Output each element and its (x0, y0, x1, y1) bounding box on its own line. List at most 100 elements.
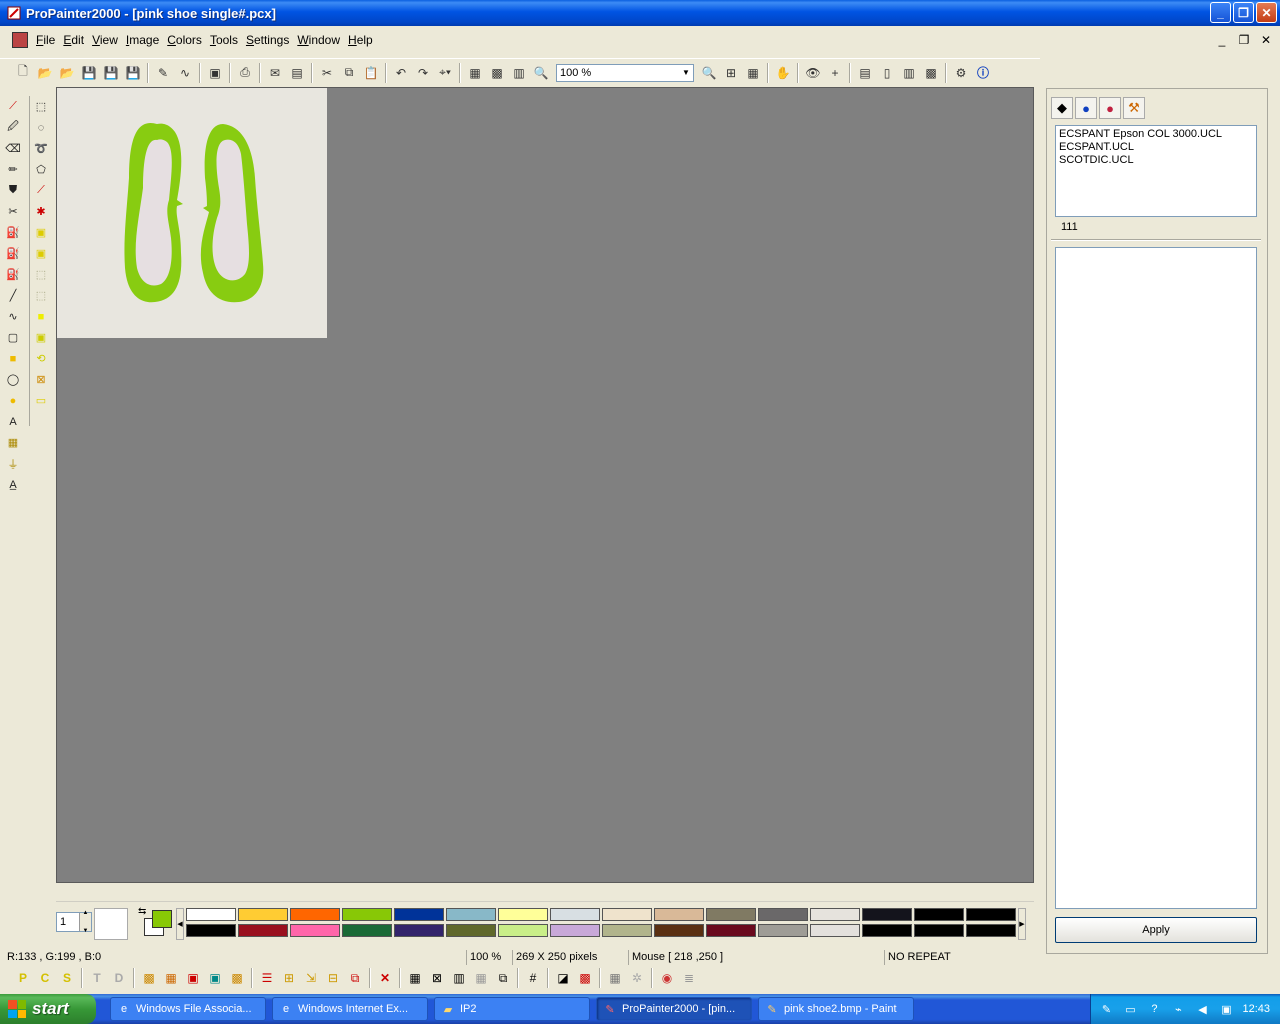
duplicate-layer-icon[interactable]: ⧉ (344, 968, 366, 988)
mdi-restore-button[interactable]: ❐ (1234, 31, 1254, 49)
palette-editor-icon[interactable]: ◉ (656, 968, 678, 988)
rectangle-icon[interactable]: ▢ (2, 327, 24, 348)
select-filled-icon[interactable]: ■ (30, 306, 52, 327)
select-yellow-2-icon[interactable]: ▣ (30, 243, 52, 264)
task-button-propainter[interactable]: ✎ ProPainter2000 - [pin... (596, 997, 752, 1021)
redo-icon[interactable]: ↷ (412, 62, 434, 84)
eraser-icon[interactable]: ⌫ (2, 138, 24, 159)
magic-select-icon[interactable]: ✱ (30, 201, 52, 222)
select-yellow-1-icon[interactable]: ▣ (30, 222, 52, 243)
chevron-down-icon[interactable]: ▼ (679, 65, 693, 81)
workspace[interactable] (56, 87, 1034, 883)
merge-layer-icon[interactable]: ⊟ (322, 968, 344, 988)
image-canvas[interactable] (57, 88, 327, 338)
library-file-list[interactable]: ECSPANT Epson COL 3000.UCL ECSPANT.UCL S… (1055, 125, 1257, 217)
tab-colors-1[interactable]: ● (1075, 97, 1097, 119)
horizontal-scrollbar[interactable] (56, 884, 1034, 902)
grid-icon[interactable]: ▦ (742, 62, 764, 84)
zoom-out-icon[interactable]: 🔍 (698, 62, 720, 84)
copy-icon[interactable]: ⧉ (338, 62, 360, 84)
color-swatch[interactable] (862, 924, 912, 937)
color-swatch[interactable] (914, 908, 964, 921)
eye-preview-icon[interactable]: 👁 (802, 62, 824, 84)
curve-icon[interactable]: ∿ (174, 62, 196, 84)
open-file-icon[interactable]: 📂 (34, 62, 56, 84)
color-swatch[interactable] (602, 924, 652, 937)
menu-tools[interactable]: Tools (206, 33, 242, 47)
color-swatch[interactable] (810, 924, 860, 937)
ellipse-icon[interactable]: ◯ (2, 369, 24, 390)
select-outline-icon[interactable]: ⬚ (30, 285, 52, 306)
color-swatch[interactable] (550, 908, 600, 921)
tile-grey-icon[interactable]: ▦ (470, 968, 492, 988)
move-layer-icon[interactable]: ⇲ (300, 968, 322, 988)
tile-cross-icon[interactable]: ⊠ (426, 968, 448, 988)
menu-colors[interactable]: Colors (163, 33, 206, 47)
color-select-icon[interactable]: ⟋ (30, 180, 52, 201)
text-tool-icon[interactable]: A (2, 411, 24, 432)
hash-icon[interactable]: # (522, 968, 544, 988)
palette-scroll-left-icon[interactable]: ◀ (176, 908, 184, 940)
select-cross-icon[interactable]: ⊠ (30, 369, 52, 390)
color-swatch[interactable] (602, 908, 652, 921)
phone-icon[interactable]: ▯ (876, 62, 898, 84)
palette-scroll-right-icon[interactable]: ▶ (1018, 908, 1026, 940)
color-reduce-icon[interactable]: ▩ (920, 62, 942, 84)
dither-icon[interactable]: ▦ (604, 968, 626, 988)
close-button[interactable]: ✕ (1256, 2, 1277, 23)
actual-size-icon[interactable]: ▩ (486, 62, 508, 84)
tray-pen-icon[interactable]: ✎ (1098, 1001, 1114, 1017)
mosaic-icon[interactable]: ▦ (160, 968, 182, 988)
color-swatch[interactable] (186, 924, 236, 937)
link-icon[interactable]: ⧉ (492, 968, 514, 988)
delete-icon[interactable]: ✕ (374, 968, 396, 988)
color-swatch[interactable] (706, 924, 756, 937)
fill-bucket-icon[interactable]: ⛽ (2, 222, 24, 243)
mdi-close-button[interactable]: ✕ (1256, 31, 1276, 49)
frame-teal-icon[interactable]: ▣ (204, 968, 226, 988)
filled-ellipse-icon[interactable]: ● (2, 390, 24, 411)
menu-edit[interactable]: Edit (59, 33, 88, 47)
color-swatch[interactable] (290, 924, 340, 937)
ellipse-select-icon[interactable]: ◌ (30, 117, 52, 138)
save-icon[interactable]: 💾 (100, 62, 122, 84)
tray-expand-icon[interactable]: ◀ (1194, 1001, 1210, 1017)
panel-toggle-icon[interactable]: ▥ (898, 62, 920, 84)
info-icon[interactable]: ⓘ (972, 62, 994, 84)
color-swatch[interactable] (654, 908, 704, 921)
color-swatch[interactable] (290, 908, 340, 921)
menu-view[interactable]: View (88, 33, 122, 47)
web-image-icon[interactable]: ▤ (286, 62, 308, 84)
task-button-file-associations[interactable]: e Windows File Associa... (110, 997, 266, 1021)
paste-icon[interactable]: 📋 (360, 62, 382, 84)
layer-stack-icon[interactable]: ≣ (678, 968, 700, 988)
menu-settings[interactable]: Settings (242, 33, 293, 47)
zoom-tool-icon[interactable]: 🔍 (530, 62, 552, 84)
color-swatch[interactable] (706, 908, 756, 921)
c-mode-icon[interactable]: C (34, 968, 56, 988)
propainter-app-icon[interactable] (6, 5, 22, 21)
eyedropper-icon[interactable]: 🖉 (2, 117, 24, 138)
t-mode-icon[interactable]: T (86, 968, 108, 988)
d-mode-icon[interactable]: D (108, 968, 130, 988)
p-mode-icon[interactable]: P (12, 968, 34, 988)
color-swatch[interactable] (186, 908, 236, 921)
color-swatch[interactable] (810, 908, 860, 921)
color-swatch[interactable] (654, 924, 704, 937)
open-folder-icon[interactable]: 📂 (56, 62, 78, 84)
curve-tool-icon[interactable]: ∿ (2, 306, 24, 327)
task-button-internet-explorer[interactable]: e Windows Internet Ex... (272, 997, 428, 1021)
fill-pattern-icon[interactable]: ⛽ (2, 243, 24, 264)
tray-chat-icon[interactable]: ▭ (1122, 1001, 1138, 1017)
color-swatch[interactable] (758, 924, 808, 937)
menu-file[interactable]: File (32, 33, 59, 47)
tray-help-icon[interactable]: ? (1146, 1001, 1162, 1017)
stepper-up-icon[interactable]: ▲ (83, 904, 89, 922)
scissors-tool-icon[interactable]: ✂ (2, 201, 24, 222)
full-screen-icon[interactable]: ▥ (508, 62, 530, 84)
stamp-icon[interactable]: ⛊ (2, 180, 24, 201)
settings-icon[interactable]: ⚙ (950, 62, 972, 84)
select-transform-icon[interactable]: ▣ (30, 327, 52, 348)
tab-tools[interactable]: ⚒ (1123, 97, 1145, 119)
color-swatch[interactable] (758, 908, 808, 921)
